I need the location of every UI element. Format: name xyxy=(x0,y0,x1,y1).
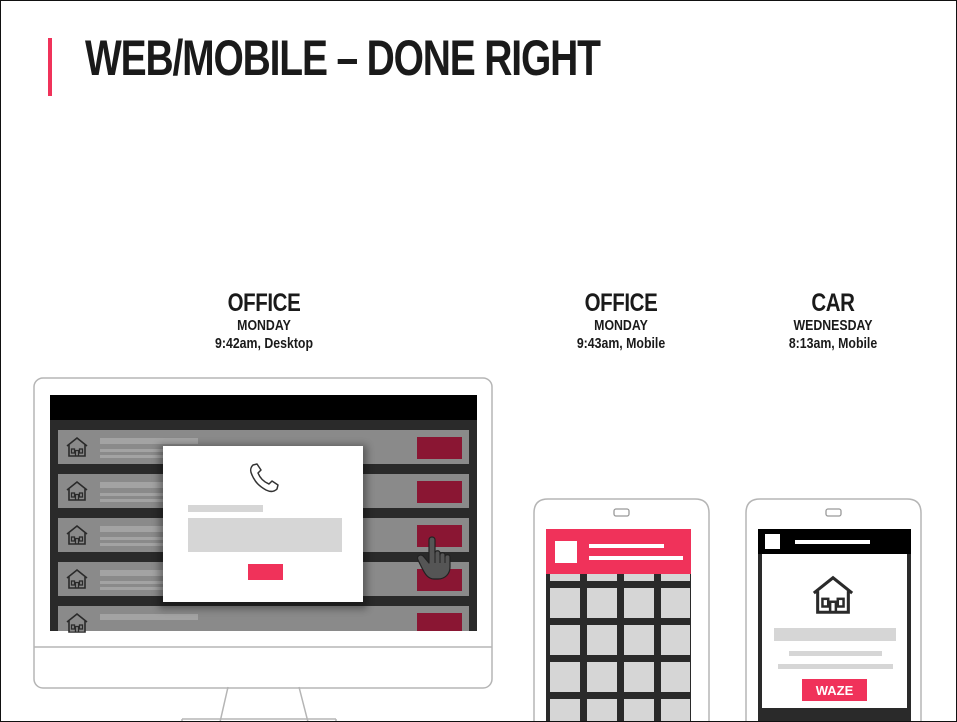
desktop-monitor xyxy=(33,377,493,721)
call-modal xyxy=(159,445,367,609)
phone-office xyxy=(533,498,710,721)
row-button[interactable] xyxy=(417,437,462,459)
modal-input[interactable] xyxy=(188,518,342,552)
row-button[interactable] xyxy=(417,613,462,631)
modal-label-placeholder xyxy=(188,505,263,512)
row-button[interactable] xyxy=(417,481,462,503)
phone-header-avatar xyxy=(555,541,577,563)
device-illustrations: WAZE xyxy=(33,377,922,721)
phone-car: WAZE xyxy=(745,498,922,721)
slide: WEB/MOBILE – DONE RIGHT OFFICE MONDAY 9:… xyxy=(0,0,957,722)
row-button[interactable] xyxy=(417,525,462,547)
modal-call-button[interactable] xyxy=(248,564,283,580)
waze-button[interactable]: WAZE xyxy=(802,679,867,701)
waze-button-label: WAZE xyxy=(816,683,854,698)
